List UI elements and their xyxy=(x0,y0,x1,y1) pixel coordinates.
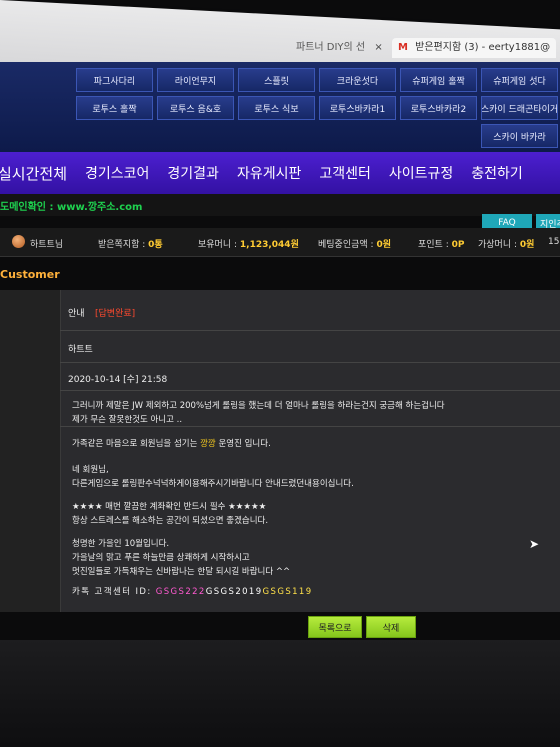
bottom-area xyxy=(0,640,560,747)
browser-tab[interactable]: 파트너 DIY의 선 × xyxy=(296,38,383,58)
delete-button[interactable]: 삭제 xyxy=(366,616,416,638)
medal-icon xyxy=(12,235,25,248)
submenu-item[interactable]: 스플릿 xyxy=(238,68,315,92)
question-line: 제가 무슨 잘못한것도 아니고 .. xyxy=(72,415,183,425)
reply-line: 다른게임으로 롤링판수넉넉하게이용해주시기바랍니다 안내드렸던내용이십니다. xyxy=(72,479,354,489)
submenu-item[interactable]: 라이언무지 xyxy=(157,68,234,92)
main-nav-item[interactable]: 사이트규정 xyxy=(380,163,462,183)
main-nav-item[interactable]: 자유게시판 xyxy=(228,163,310,183)
submenu-item[interactable]: 로투스바카라2 xyxy=(400,96,477,120)
reply-line: 멋진일들로 가득채우는 신바람나는 한달 되시길 바랍니다 ^^ xyxy=(72,567,291,577)
submenu-item[interactable]: 크라운섯다 xyxy=(319,68,396,92)
submenu-item[interactable]: 로투스 음&호 xyxy=(157,96,234,120)
cursor-icon: ➤ xyxy=(529,537,540,551)
main-navigation: 실시간전체 경기스코어 경기결과 자유게시판 고객센터 사이트규정 충전하기 xyxy=(0,152,560,194)
gmail-icon: M xyxy=(398,42,408,53)
question-line: 그러니까 제말은 JW 제외하고 200%넘게 롤링을 했는데 더 얼마나 롤링… xyxy=(72,401,445,411)
submenu-item[interactable]: 로투스바카라1 xyxy=(319,96,396,120)
points: 포인트 : 0P xyxy=(418,240,465,250)
main-nav-item[interactable]: 고객센터 xyxy=(310,163,380,183)
post-author: 하트트 xyxy=(68,345,93,355)
browser-tab-active[interactable]: M 받은편지함 (3) - eerty1881@ xyxy=(392,38,557,58)
submenu-item[interactable]: 슈퍼게임 섯다 xyxy=(481,68,558,92)
reply-line: 네 회원님, xyxy=(72,465,109,475)
notice-label: 안내 xyxy=(68,309,85,319)
reply-line: 항상 스트레스를 해소하는 공간이 되셨으면 좋겠습니다. xyxy=(72,516,269,526)
submenu-item[interactable]: 스카이 바카라 xyxy=(481,124,558,148)
user-info-bar: 하트트님 받은쪽지함 : 0통 보유머니 : 1,123,044원 베팅중인금액… xyxy=(0,228,560,257)
main-nav-item[interactable]: 실시간전체 xyxy=(0,163,76,184)
post-title-row: 안내 [답변완료] xyxy=(60,290,560,331)
tab-title: 받은편지함 (3) - eerty1881@ xyxy=(415,42,551,53)
post-date: 2020-10-14 [수] 21:58 xyxy=(68,375,168,385)
close-icon[interactable]: × xyxy=(374,42,382,53)
virtual-money: 가상머니 : 0원 xyxy=(478,240,535,250)
submenu-item[interactable]: 스카이 드래곤타이거 xyxy=(481,96,558,120)
reply-highlight: ★★★★ 매번 깔끔한 계좌확인 반드시 필수 ★★★★★ xyxy=(72,502,267,512)
author-row: 하트트 xyxy=(60,330,560,363)
section-title: Customer xyxy=(0,268,60,281)
username: 하트트님 xyxy=(30,240,64,250)
main-nav-item[interactable]: 충전하기 xyxy=(462,163,532,183)
status-badge: [답변완료] xyxy=(95,309,136,319)
main-nav-item[interactable]: 경기스코어 xyxy=(76,163,158,183)
date-row: 2020-10-14 [수] 21:58 xyxy=(60,362,560,391)
kakao-id-line: 카톡 고객센터 ID: GSGS222GSGS2019GSGS119 xyxy=(72,587,313,597)
game-submenu: 파그사다리 라이언무지 스플릿 크라운섯다 슈퍼게임 홀짝 슈퍼게임 섯다 로투스 홀짝 로투… xyxy=(0,62,560,152)
reply-line: 가을날의 맑고 푸른 하늘만큼 상쾌하게 시작하시고 xyxy=(72,553,250,563)
balance: 보유머니 : 1,123,044원 xyxy=(198,240,299,250)
betting-amount: 베팅중인금액 : 0원 xyxy=(318,240,391,250)
back-to-list-button[interactable]: 목록으로 xyxy=(308,616,362,638)
submenu-item[interactable]: 슈퍼게임 홀짝 xyxy=(400,68,477,92)
submenu-item[interactable]: 로투스 식보 xyxy=(238,96,315,120)
domain-check-text: 도메인확인 : www.깡주소.com xyxy=(0,202,143,213)
reply-line: 가족같은 마음으로 회원님을 섬기는 깡깡 운영진 입니다. xyxy=(72,439,271,449)
reply-line: 청명한 가을인 10월입니다. xyxy=(72,539,170,549)
received-messages[interactable]: 받은쪽지함 : 0통 xyxy=(98,237,163,250)
left-column xyxy=(0,290,61,612)
submenu-item[interactable]: 파그사다리 xyxy=(76,68,153,92)
extra-value: 15% xyxy=(548,237,560,247)
submenu-grid: 파그사다리 라이언무지 스플릿 크라운섯다 슈퍼게임 홀짝 슈퍼게임 섯다 로투스 홀짝 로투… xyxy=(74,68,560,148)
domain-row: 도메인확인 : www.깡주소.com xyxy=(0,194,560,216)
main-nav-item[interactable]: 경기결과 xyxy=(158,163,228,183)
tab-title: 파트너 DIY의 선 xyxy=(296,42,366,53)
submenu-item[interactable]: 로투스 홀짝 xyxy=(76,96,153,120)
